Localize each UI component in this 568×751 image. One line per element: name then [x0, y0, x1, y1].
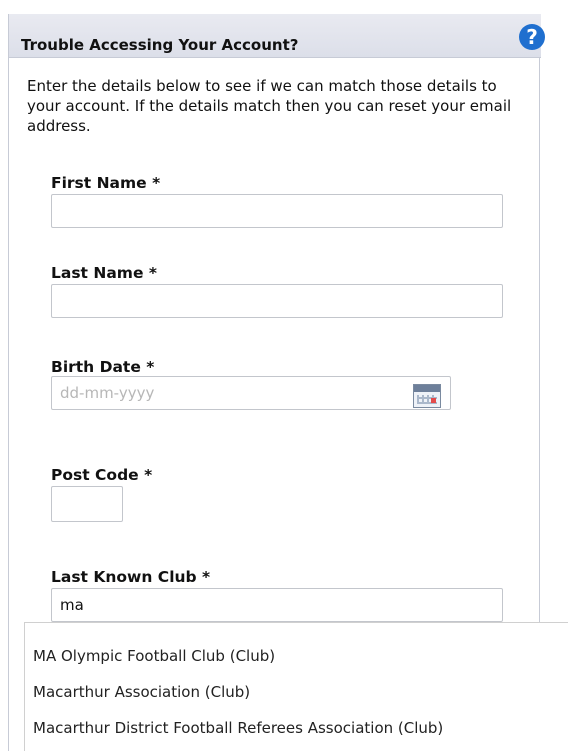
last-name-label: Last Name *: [51, 264, 157, 282]
first-name-input[interactable]: [51, 194, 503, 228]
last-known-club-label: Last Known Club *: [51, 568, 211, 586]
birth-date-input[interactable]: [51, 376, 451, 410]
panel-title: Trouble Accessing Your Account?: [21, 36, 299, 54]
autocomplete-option[interactable]: Macarthur District Football Referees Ass…: [33, 719, 443, 737]
calendar-icon-marker: [431, 398, 436, 403]
help-icon[interactable]: ?: [519, 24, 545, 50]
intro-text: Enter the details below to see if we can…: [27, 77, 512, 135]
first-name-label: First Name *: [51, 174, 161, 192]
panel-header: Trouble Accessing Your Account? ?: [9, 14, 545, 58]
autocomplete-option[interactable]: MA Olympic Football Club (Club): [33, 647, 275, 665]
last-known-club-input[interactable]: [51, 588, 503, 622]
club-autocomplete-dropdown: MA Olympic Football Club (Club) Macarthu…: [24, 622, 568, 751]
calendar-icon[interactable]: [413, 384, 441, 408]
post-code-input[interactable]: [51, 486, 123, 522]
birth-date-label: Birth Date *: [51, 358, 155, 376]
last-name-input[interactable]: [51, 284, 503, 318]
calendar-icon-header: [414, 385, 440, 392]
autocomplete-option[interactable]: Macarthur Association (Club): [33, 683, 250, 701]
post-code-label: Post Code *: [51, 466, 153, 484]
